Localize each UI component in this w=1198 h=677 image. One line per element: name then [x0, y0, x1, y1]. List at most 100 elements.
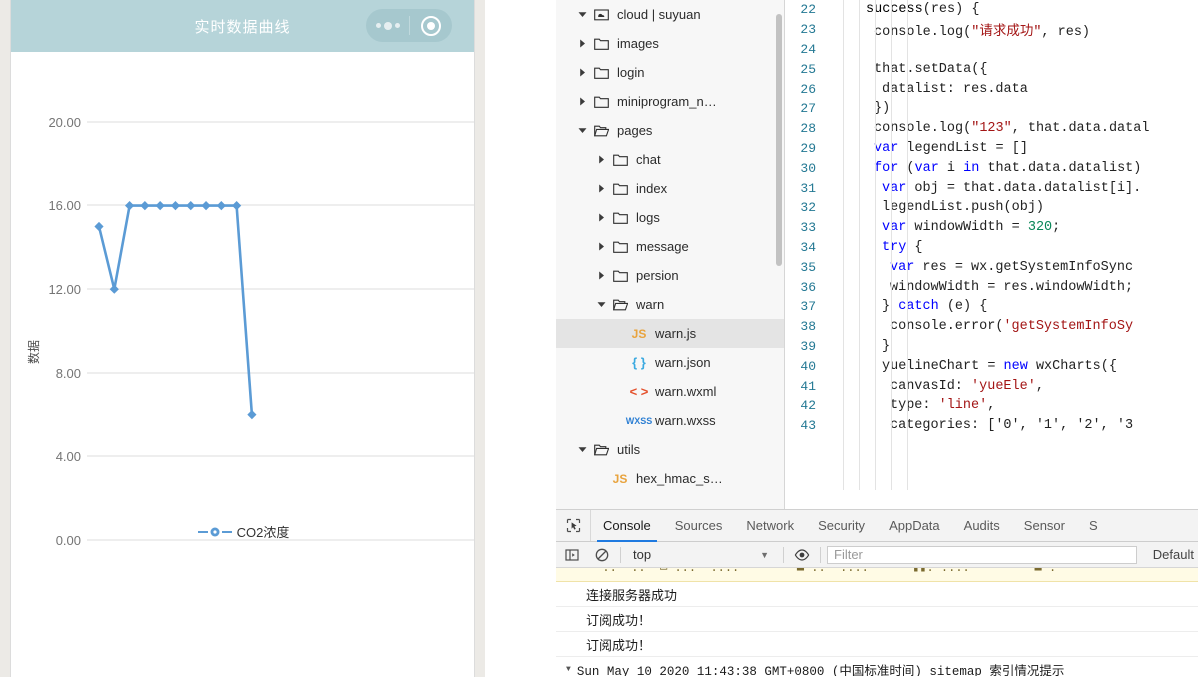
code-line[interactable]: 31 var obj = that.data.datalist[i]. — [786, 178, 1198, 198]
console-log-levels[interactable]: Default — [1143, 547, 1194, 562]
chevron-right-icon[interactable] — [574, 97, 590, 106]
console-sidebar-icon[interactable] — [560, 548, 584, 562]
tree-item-login[interactable]: login — [556, 58, 784, 87]
code-line[interactable]: 41 canvasId: 'yueEle', — [786, 376, 1198, 396]
chevron-right-icon[interactable] — [593, 271, 609, 280]
chevron-right-icon[interactable] — [574, 68, 590, 77]
explorer-scrollbar[interactable] — [776, 14, 782, 266]
chart-point-8[interactable] — [216, 201, 226, 211]
code-text: try { — [882, 239, 923, 255]
chevron-right-icon[interactable] — [593, 184, 609, 193]
target-circle-icon[interactable] — [410, 15, 452, 36]
tree-item-warn[interactable]: warn — [556, 290, 784, 319]
code-line[interactable]: 28 console.log("123", that.data.datal — [786, 119, 1198, 139]
line-number: 40 — [800, 358, 816, 374]
console-log-row[interactable]: 订阅成功！ — [556, 607, 1198, 632]
chart-legend[interactable]: CO2浓度 — [11, 522, 474, 541]
code-line[interactable]: 35 var res = wx.getSystemInfoSync — [786, 257, 1198, 277]
more-dots-icon[interactable] — [366, 21, 409, 30]
tree-item-index[interactable]: index — [556, 174, 784, 203]
capsule-button-group[interactable] — [366, 9, 452, 42]
code-line[interactable]: 43 categories: ['0', '1', '2', '3 — [786, 416, 1198, 436]
console-clipped-warning-row[interactable]: .. .. ▭ ... .... ▬ .. .... ▮▮. .... ▬ . — [556, 568, 1198, 582]
chart-point-0[interactable] — [94, 221, 104, 232]
tree-item-miniprogram_n-[interactable]: miniprogram_n… — [556, 87, 784, 116]
chart-point-1[interactable] — [109, 284, 119, 294]
chevron-down-icon[interactable]: ▼ — [566, 665, 571, 674]
tree-item-warn.wxml[interactable]: < > warn.wxml — [556, 377, 784, 406]
code-line[interactable]: 37} catch (e) { — [786, 297, 1198, 317]
chart-point-3[interactable] — [140, 201, 150, 211]
code-line[interactable]: 32 legendList.push(obj) — [786, 198, 1198, 218]
code-line[interactable]: 39} — [786, 337, 1198, 357]
chart-point-9[interactable] — [232, 201, 242, 211]
file-explorer[interactable]: cloud | suyuan images login miniprogram_n… p… — [556, 0, 785, 509]
code-line[interactable]: 36 windowWidth = res.windowWidth; — [786, 277, 1198, 297]
chevron-right-icon[interactable] — [593, 242, 609, 251]
chart-point-10[interactable] — [247, 410, 257, 420]
code-line[interactable]: 24 — [786, 40, 1198, 60]
code-line[interactable]: 25 that.setData({ — [786, 59, 1198, 79]
chevron-right-icon[interactable] — [593, 155, 609, 164]
tree-item-message[interactable]: message — [556, 232, 784, 261]
code-line[interactable]: 34 try { — [786, 238, 1198, 258]
code-line[interactable]: 27}) — [786, 99, 1198, 119]
tree-item-chat[interactable]: chat — [556, 145, 784, 174]
code-editor[interactable]: 22 success(res) {23 console.log("请求成功", re… — [786, 0, 1198, 509]
code-line[interactable]: 26 datalist: res.data — [786, 79, 1198, 99]
chevron-down-icon[interactable] — [574, 126, 590, 135]
chevron-right-icon[interactable] — [574, 39, 590, 48]
chevron-down-icon[interactable]: ▼ — [760, 550, 769, 560]
console-output[interactable]: .. .. ▭ ... .... ▬ .. .... ▮▮. .... ▬ . … — [556, 568, 1198, 676]
code-line[interactable]: 42 type: 'line', — [786, 396, 1198, 416]
code-line[interactable]: 23 console.log("请求成功", res) — [786, 20, 1198, 40]
console-log-row[interactable]: 订阅成功！ — [556, 632, 1198, 657]
devtools-tab-sensor[interactable]: Sensor — [1012, 510, 1077, 541]
console-log-row[interactable]: 连接服务器成功 — [556, 582, 1198, 607]
chevron-down-icon[interactable] — [574, 10, 590, 19]
code-line[interactable]: 22 success(res) { — [786, 0, 1198, 20]
code-line[interactable]: 29 var legendList = [] — [786, 139, 1198, 159]
console-filter-input[interactable]: Filter — [827, 545, 1137, 564]
chart-point-5[interactable] — [170, 201, 181, 211]
tree-item-warn.json[interactable]: { } warn.json — [556, 348, 784, 377]
devtools-tab-audits[interactable]: Audits — [952, 510, 1012, 541]
tree-item-logs[interactable]: logs — [556, 203, 784, 232]
devtools-tab-console[interactable]: Console — [591, 510, 663, 542]
tree-item-warn.wxss[interactable]: WXSS warn.wxss — [556, 406, 784, 435]
realtime-line-chart[interactable]: 20.00 16.00 12.00 8.00 4.00 0.00 数据 0 2 … — [11, 52, 474, 552]
chevron-down-icon[interactable] — [593, 300, 609, 309]
devtools-tab-s[interactable]: S — [1077, 510, 1110, 541]
inspect-element-icon[interactable] — [556, 510, 591, 541]
console-log-row[interactable]: ▼ Sun May 10 2020 11:43:38 GMT+0800 (中国标准… — [556, 657, 1198, 676]
line-number: 41 — [800, 378, 816, 394]
chevron-right-icon[interactable] — [593, 213, 609, 222]
chart-point-2[interactable] — [124, 201, 135, 211]
chart-point-6[interactable] — [186, 201, 196, 211]
devtools-panel[interactable]: Console Sources Network Security AppData Audi… — [556, 509, 1198, 677]
devtools-tab-security[interactable]: Security — [806, 510, 877, 541]
chart-data-points[interactable] — [94, 201, 257, 420]
tree-item-hex_hmac_s-[interactable]: JS hex_hmac_s… — [556, 464, 784, 493]
code-line[interactable]: 33 var windowWidth = 320; — [786, 218, 1198, 238]
code-line[interactable]: 30 for (var i in that.data.datalist) — [786, 158, 1198, 178]
live-expression-icon[interactable] — [790, 548, 814, 561]
devtools-tab-network[interactable]: Network — [734, 510, 806, 541]
code-line[interactable]: 40 yuelineChart = new wxCharts({ — [786, 356, 1198, 376]
tree-item-persion[interactable]: persion — [556, 261, 784, 290]
code-line[interactable]: 38 console.error('getSystemInfoSy — [786, 317, 1198, 337]
tree-item-cloud-suyuan[interactable]: cloud | suyuan — [556, 0, 784, 29]
tree-item-utils[interactable]: utils — [556, 435, 784, 464]
tree-item-images[interactable]: images — [556, 29, 784, 58]
chevron-down-icon[interactable] — [574, 445, 590, 454]
tree-item-warn.js[interactable]: JS warn.js — [556, 319, 784, 348]
chart-point-4[interactable] — [155, 201, 165, 211]
devtools-tab-bar[interactable]: Console Sources Network Security AppData Audi… — [556, 510, 1198, 542]
devtools-tab-appdata[interactable]: AppData — [877, 510, 952, 541]
clear-console-icon[interactable] — [590, 548, 614, 562]
console-toolbar[interactable]: top ▼ Filter Default — [556, 542, 1198, 568]
devtools-tab-sources[interactable]: Sources — [663, 510, 735, 541]
chart-point-7[interactable] — [201, 201, 211, 211]
tree-item-pages[interactable]: pages — [556, 116, 784, 145]
console-context-select[interactable]: top ▼ — [627, 547, 777, 562]
